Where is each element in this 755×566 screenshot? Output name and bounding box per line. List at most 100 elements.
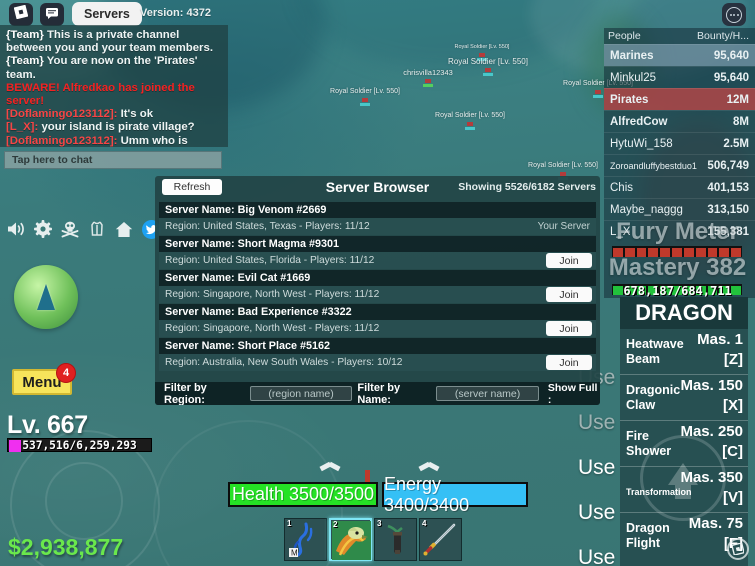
- dark-blade-hilt-icon: [376, 520, 415, 564]
- ability-row[interactable]: Dragonic Claw Mas. 150 [X]: [620, 375, 748, 421]
- your-server-label: Your Server: [537, 221, 590, 232]
- use-button[interactable]: Use: [578, 400, 618, 445]
- server-region: Region: Singapore, North West - Players:…: [159, 286, 596, 303]
- leaderboard-name: Chis: [610, 181, 634, 194]
- compass-arrow-icon: [37, 284, 55, 310]
- leaderboard-team-row: Pirates 12M: [604, 88, 755, 110]
- energy-bar-label: Energy 3400/3400: [384, 473, 470, 515]
- leaderboard-player-row: HytuWi_158 2.5M: [604, 132, 755, 154]
- npc-marker: [477, 52, 487, 61]
- ability-keybind: [C]: [722, 443, 743, 460]
- server-row[interactable]: Server Name: Bad Experience #3322 Region:…: [159, 304, 596, 337]
- leaderboard-value: 313,150: [707, 203, 749, 216]
- leaderboard-value: 95,640: [713, 49, 749, 62]
- server-region: Region: Australia, New South Wales - Pla…: [159, 354, 596, 371]
- server-row[interactable]: Server Name: Short Place #5162 Region: Au…: [159, 338, 596, 371]
- chat-message: [L_X]: your island is pirate village?: [6, 121, 222, 134]
- leaderboard-team-row: Marines 95,640: [604, 44, 755, 66]
- inventory-clothing-icon[interactable]: [87, 219, 107, 239]
- chat-input[interactable]: Tap here to chat: [4, 151, 222, 169]
- settings-gear-icon[interactable]: [33, 219, 53, 239]
- home-icon[interactable]: [114, 219, 134, 239]
- chat-toggle-button[interactable]: [40, 3, 64, 26]
- join-button[interactable]: Join: [546, 287, 592, 302]
- ability-row[interactable]: Heatwave Beam Mas. 1 [Z]: [620, 329, 748, 375]
- join-button[interactable]: Join: [546, 355, 592, 370]
- server-name: Server Name: Big Venom #2669: [159, 202, 596, 218]
- leaderboard-name: Zoroandluffybestduo1: [610, 160, 697, 171]
- more-dots-icon: [726, 6, 742, 23]
- server-row[interactable]: Server Name: Evil Cat #1669 Region: Singa…: [159, 270, 596, 303]
- leaderboard-name: AlfredCow: [610, 115, 668, 128]
- show-full-label: Show Full :: [547, 381, 598, 406]
- leaderboard-col-value: Bounty/H...: [697, 30, 749, 42]
- leaderboard-col-name: People: [608, 30, 641, 42]
- join-button[interactable]: Join: [546, 321, 592, 336]
- volume-icon[interactable]: [6, 219, 26, 239]
- npc-marker: [593, 90, 603, 98]
- jump-button[interactable]: [640, 435, 726, 521]
- ability-keybind: [X]: [723, 397, 743, 414]
- hotbar-slot[interactable]: 2: [329, 518, 372, 561]
- use-button[interactable]: Use: [578, 535, 618, 566]
- xp-bar: 537,516/6,259,293: [7, 438, 152, 452]
- game-screen: Royal Soldier [Lv. 550] Royal Soldier [Lv…: [0, 0, 755, 566]
- server-list[interactable]: Server Name: Big Venom #2669 Region: Unit…: [159, 202, 596, 378]
- leaderboard-player-row: L_X 155,381: [604, 220, 755, 242]
- hotbar-slot-number: 4: [422, 519, 427, 528]
- servers-tab-label: Servers: [84, 7, 130, 21]
- hotbar[interactable]: 1M234: [284, 518, 462, 561]
- server-row[interactable]: Server Name: Big Venom #2669 Region: Unit…: [159, 202, 596, 235]
- energy-bar: Energy 3400/3400: [382, 474, 528, 515]
- roblox-logo-button[interactable]: [9, 3, 33, 26]
- leaderboard-value: 155,381: [707, 225, 749, 238]
- hotbar-slot[interactable]: 3: [374, 518, 417, 561]
- katana-sword-icon: [421, 520, 460, 564]
- health-bar-label: Health 3500/3500: [231, 484, 375, 504]
- leaderboard-value: 401,153: [707, 181, 749, 194]
- server-name: Server Name: Evil Cat #1669: [159, 270, 596, 286]
- ability-name: Dragon Flight: [626, 521, 670, 550]
- abilities-panel: DRAGON Heatwave Beam Mas. 1 [Z] Dragonic Cl…: [620, 297, 748, 566]
- server-row[interactable]: Server Name: Short Magma #9301 Region: Un…: [159, 236, 596, 269]
- npc-marker: [360, 98, 370, 106]
- menu-notification-badge: 4: [56, 363, 76, 383]
- roblox-corner-icon[interactable]: [727, 538, 749, 560]
- health-bar: Health 3500/3500: [228, 482, 378, 507]
- server-region: Region: United States, Florida - Players…: [159, 252, 596, 269]
- use-button[interactable]: Use: [578, 490, 618, 535]
- server-browser-header: Refresh Server Browser Showing 5526/6182…: [155, 176, 600, 200]
- hotbar-slot[interactable]: 1M: [284, 518, 327, 561]
- chat-message-sender: BEWARE! Alfredkao has joined the server!: [6, 81, 195, 108]
- roblox-topbar: Servers Version: 4372: [0, 0, 755, 28]
- leaderboard-name: HytuWi_158: [610, 137, 673, 150]
- chat-panel[interactable]: {Team} This is a private channel between…: [0, 25, 228, 147]
- chat-message: BEWARE! Alfredkao has joined the server!: [6, 82, 222, 108]
- more-options-button[interactable]: [722, 3, 746, 26]
- chat-message: [Doflamingo123112]: It's ok: [6, 108, 222, 121]
- leaderboard-player-row: Zoroandluffybestduo1 506,749: [604, 154, 755, 176]
- blue-lightning-fruit-icon: M: [286, 520, 325, 564]
- filter-name-input[interactable]: (server name): [436, 386, 539, 401]
- use-button[interactable]: Use: [578, 445, 618, 490]
- leaderboard-value: 8M: [733, 115, 749, 128]
- leaderboard-name: Maybe_naggg: [610, 203, 683, 216]
- filter-region-input[interactable]: (region name): [249, 386, 353, 401]
- pirate-skull-icon[interactable]: [60, 219, 80, 239]
- chat-bubble-icon: [45, 6, 59, 24]
- leaderboard-player-row: Chis 401,153: [604, 176, 755, 198]
- leaderboard-player-row: Maybe_naggg 313,150: [604, 198, 755, 220]
- compass-orb[interactable]: [14, 265, 78, 329]
- dragon-fruit-icon: [332, 521, 371, 565]
- hotbar-slot[interactable]: 4: [419, 518, 462, 561]
- leaderboard-name: L_X: [610, 225, 631, 238]
- chat-message-sender: [L_X]:: [6, 121, 39, 134]
- ability-name: Heatwave Beam: [626, 337, 684, 366]
- hud-icon-row: [6, 219, 161, 239]
- npc-marker: [483, 68, 493, 76]
- servers-tab[interactable]: Servers: [72, 2, 142, 26]
- leaderboard-header: People Bounty/H...: [604, 28, 755, 44]
- hotbar-slot-number: 1: [287, 519, 292, 528]
- join-button[interactable]: Join: [546, 253, 592, 268]
- leaderboard-panel: People Bounty/H... Marines 95,640 Minkul25…: [604, 28, 755, 298]
